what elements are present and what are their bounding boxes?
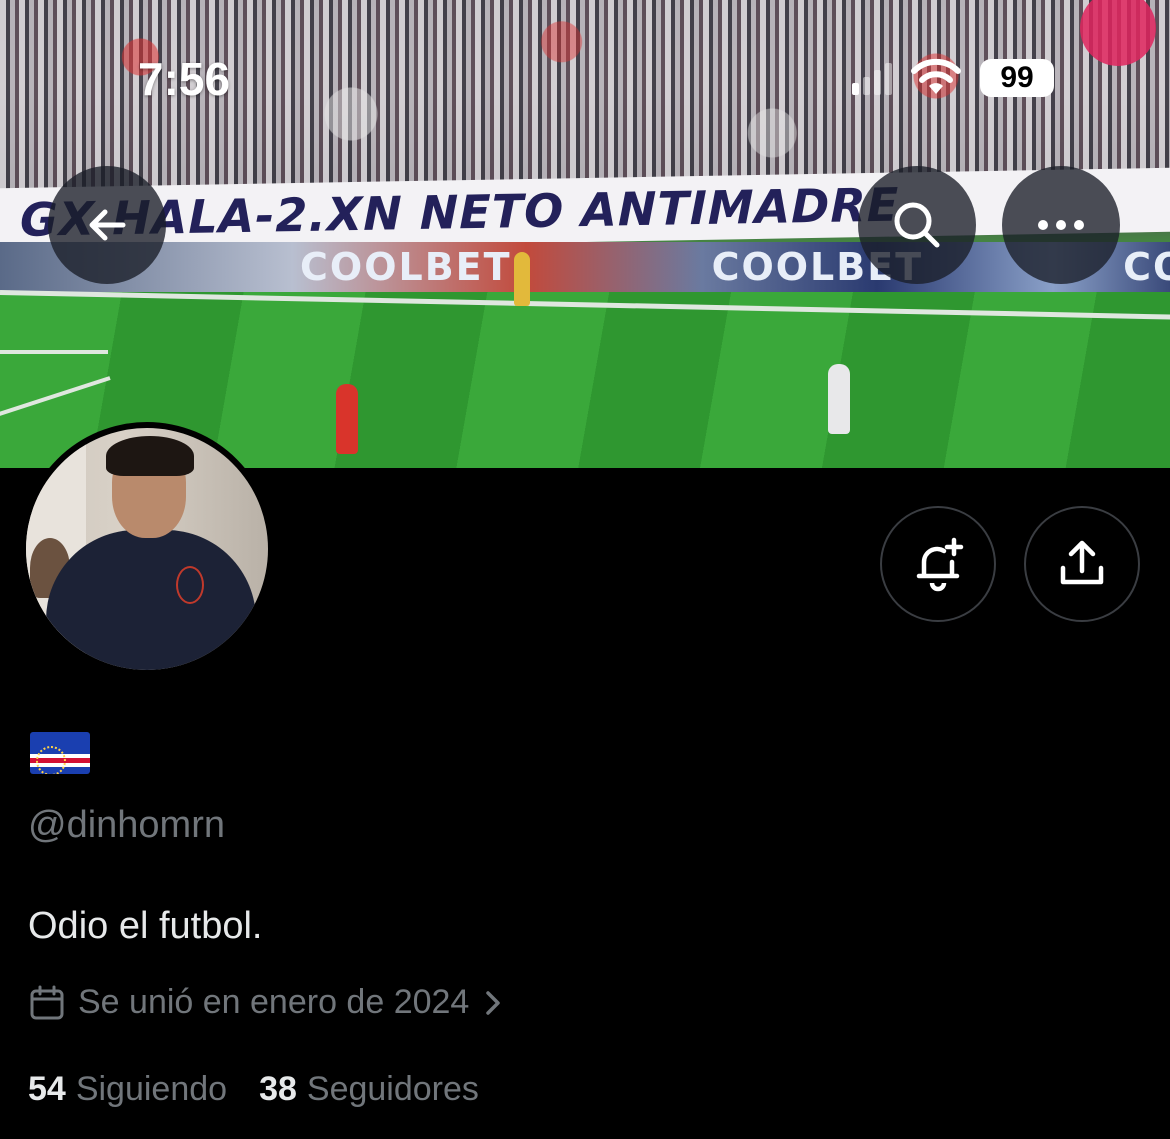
following-count: 54 [28,1070,66,1108]
profile-handle: @dinhomrn [28,804,225,846]
followers-link[interactable]: 38 Seguidores [259,1070,479,1109]
follow-stats: 54 Siguiendo 38 Seguidores [28,1070,479,1109]
following-link[interactable]: 54 Siguiendo [28,1070,227,1109]
banner-box-line [0,350,108,354]
notifications-button[interactable] [880,506,996,622]
status-icons: 99 [852,56,1054,100]
search-button[interactable] [858,166,976,284]
bell-plus-icon [916,537,964,592]
cellular-signal-icon [852,61,892,95]
banner-ad-board: COOLBETCOOLBETCOOLBET [0,242,1170,292]
share-icon [1060,540,1104,585]
more-options-button[interactable] [1002,166,1120,284]
arrow-left-icon [89,209,126,241]
profile-bio: Odio el futbol. [28,905,263,947]
battery-indicator: 99 [980,59,1054,97]
profile-avatar[interactable] [20,422,274,676]
search-icon [894,202,940,248]
cape-verde-flag-icon [30,732,90,774]
following-label: Siguiendo [75,1070,228,1108]
followers-count: 38 [259,1070,297,1108]
banner-referee [514,252,530,306]
followers-label: Seguidores [306,1070,479,1108]
joined-date-row[interactable]: Se unió en enero de 2024 [28,983,505,1022]
status-time: 7:56 [138,53,231,105]
share-button[interactable] [1024,506,1140,622]
joined-date-text: Se unió en enero de 2024 [78,983,470,1021]
calendar-icon [30,985,64,1019]
banner-player-red [336,384,358,454]
banner-player-white [828,364,850,434]
more-horizontal-icon [1038,220,1084,230]
chevron-right-icon [486,990,501,1015]
wifi-icon [911,58,961,94]
back-button[interactable] [48,166,166,284]
avatar-photo [26,428,268,670]
